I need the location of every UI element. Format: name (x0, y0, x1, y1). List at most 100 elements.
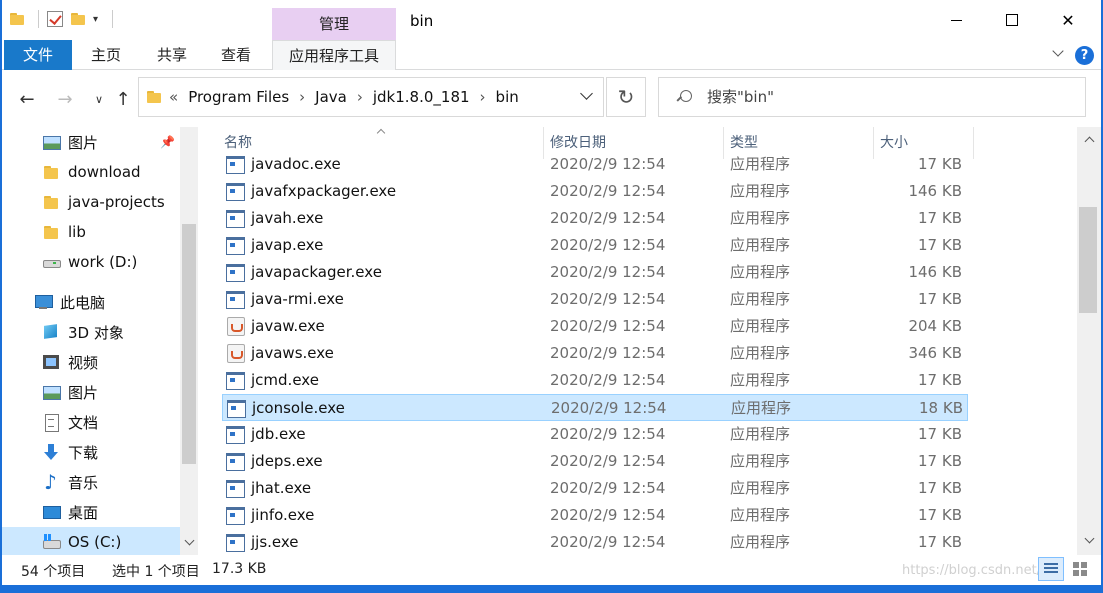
forward-arrow-icon[interactable]: → (54, 89, 76, 111)
sidebar-item-label: 视频 (68, 353, 99, 372)
table-row[interactable]: jdeps.exe 2020/2/9 12:54 应用程序 17 KB (222, 448, 968, 475)
scroll-down-icon[interactable] (184, 537, 194, 547)
minimize-icon (950, 19, 962, 21)
breadcrumb-java[interactable]: Java (315, 78, 347, 116)
breadcrumb-separator[interactable]: › (357, 78, 363, 116)
breadcrumb-separator[interactable]: › (480, 78, 486, 116)
sidebar-item-videos[interactable]: 视频 (42, 347, 180, 377)
nav-pane-scrollbar[interactable] (180, 127, 198, 555)
exe-icon (226, 264, 245, 282)
3d-objects-icon (42, 324, 60, 340)
up-arrow-icon[interactable]: ↑ (112, 89, 134, 111)
tab-share[interactable]: 共享 (142, 40, 202, 70)
sidebar-item-music[interactable]: 音乐 (42, 467, 180, 497)
file-date: 2020/2/9 12:54 (550, 209, 666, 227)
sidebar-item-os-drive[interactable]: OS (C:) (2, 527, 180, 555)
address-bar[interactable]: « Program Files › Java › jdk1.8.0_181 › … (138, 77, 604, 117)
scroll-up-icon[interactable] (1084, 135, 1094, 145)
table-row[interactable]: javaw.exe 2020/2/9 12:54 应用程序 204 KB (222, 313, 968, 340)
qat-dropdown-icon[interactable]: ▾ (93, 14, 98, 25)
file-size: 17 KB (918, 290, 962, 308)
folder-icon[interactable] (10, 13, 24, 25)
table-row[interactable]: javah.exe 2020/2/9 12:54 应用程序 17 KB (222, 205, 968, 232)
manage-contextual-tab[interactable]: 管理 (272, 8, 396, 40)
table-row[interactable]: javaws.exe 2020/2/9 12:54 应用程序 346 KB (222, 340, 968, 367)
sidebar-item-pictures[interactable]: 图片 (42, 377, 180, 407)
sidebar-item-3d-objects[interactable]: 3D 对象 (42, 317, 180, 347)
sidebar-item-documents[interactable]: 文档 (42, 407, 180, 437)
table-row-selected[interactable]: jconsole.exe 2020/2/9 12:54 应用程序 18 KB (222, 394, 968, 421)
exe-icon (226, 156, 245, 174)
pin-icon[interactable]: 📌 (160, 135, 175, 149)
tab-application-tools[interactable]: 应用程序工具 (272, 40, 396, 70)
table-row[interactable]: jhat.exe 2020/2/9 12:54 应用程序 17 KB (222, 475, 968, 502)
file-size: 17 KB (918, 236, 962, 254)
refresh-button[interactable]: ↻ (606, 77, 646, 117)
sidebar-item-lib[interactable]: lib (42, 217, 180, 247)
file-size: 146 KB (908, 182, 962, 200)
file-size: 18 KB (919, 399, 963, 417)
tab-file[interactable]: 文件 (4, 40, 72, 70)
breadcrumb-jdk[interactable]: jdk1.8.0_181 (373, 78, 470, 116)
search-input[interactable] (707, 78, 1077, 116)
recent-locations-chevron-icon[interactable]: ∨ (88, 89, 110, 111)
nav-pane-scroll-thumb[interactable] (182, 224, 196, 464)
sidebar-item-downloads[interactable]: 下载 (42, 437, 180, 467)
details-view-icon[interactable] (1038, 557, 1064, 581)
table-row[interactable]: jinfo.exe 2020/2/9 12:54 应用程序 17 KB (222, 502, 968, 529)
ribbon-tabs: 文件 主页 共享 查看 应用程序工具 ? (2, 40, 1101, 70)
maximize-button[interactable] (984, 0, 1040, 40)
breadcrumb-separator[interactable]: › (299, 78, 305, 116)
search-box[interactable] (658, 77, 1086, 117)
table-row[interactable]: javadoc.exe 2020/2/9 12:54 应用程序 17 KB (222, 151, 968, 178)
sidebar-item-label: 下载 (68, 443, 99, 462)
file-date: 2020/2/9 12:54 (550, 155, 666, 173)
sidebar-item-java-projects[interactable]: java-projects (42, 187, 180, 217)
file-type: 应用程序 (730, 425, 791, 443)
file-size: 17 KB (918, 506, 962, 524)
table-row[interactable]: javafxpackager.exe 2020/2/9 12:54 应用程序 1… (222, 178, 968, 205)
tab-view[interactable]: 查看 (206, 40, 266, 70)
file-name: javaw.exe (251, 317, 325, 335)
address-dropdown-icon[interactable] (579, 88, 595, 104)
properties-icon[interactable] (47, 11, 63, 27)
file-name: jdeps.exe (251, 452, 323, 470)
table-row[interactable]: java-rmi.exe 2020/2/9 12:54 应用程序 17 KB (222, 286, 968, 313)
file-date: 2020/2/9 12:54 (550, 506, 666, 524)
table-row[interactable]: jdb.exe 2020/2/9 12:54 应用程序 17 KB (222, 421, 968, 448)
file-type: 应用程序 (730, 236, 791, 254)
sidebar-item-work-drive[interactable]: work (D:) (42, 247, 180, 277)
scroll-down-icon[interactable] (1084, 535, 1094, 545)
back-arrow-icon[interactable]: ← (16, 89, 38, 111)
large-icons-view-icon[interactable] (1068, 557, 1094, 581)
new-folder-icon[interactable] (71, 13, 85, 25)
file-name: jdb.exe (251, 425, 306, 443)
breadcrumb-bin[interactable]: bin (496, 78, 519, 116)
sidebar-item-download[interactable]: download (42, 157, 180, 187)
folder-icon (147, 91, 161, 103)
file-list-scroll-thumb[interactable] (1079, 207, 1097, 313)
table-row[interactable]: javap.exe 2020/2/9 12:54 应用程序 17 KB (222, 232, 968, 259)
sidebar-item-this-pc[interactable]: 此电脑 (34, 287, 180, 317)
expand-ribbon-icon[interactable] (1052, 47, 1066, 61)
minimize-button[interactable] (928, 0, 984, 40)
breadcrumb-program-files[interactable]: Program Files (188, 78, 289, 116)
exe-icon (227, 400, 246, 418)
sidebar-item-label: 图片 (68, 383, 99, 402)
table-row[interactable]: jjs.exe 2020/2/9 12:54 应用程序 17 KB (222, 529, 968, 555)
quick-access-toolbar: ▾ (10, 10, 114, 28)
breadcrumb-overflow[interactable]: « (169, 78, 178, 116)
file-list-scrollbar[interactable] (1077, 127, 1101, 555)
table-row[interactable]: jcmd.exe 2020/2/9 12:54 应用程序 17 KB (222, 367, 968, 394)
table-row[interactable]: javapackager.exe 2020/2/9 12:54 应用程序 146… (222, 259, 968, 286)
sidebar-item-label: 3D 对象 (68, 323, 124, 342)
sidebar-item-desktop[interactable]: 桌面 (42, 497, 180, 527)
tab-home[interactable]: 主页 (76, 40, 136, 70)
java-icon (226, 317, 245, 336)
help-icon[interactable]: ? (1075, 46, 1094, 65)
file-name: javap.exe (251, 236, 324, 254)
file-date: 2020/2/9 12:54 (550, 479, 666, 497)
sidebar-item-label: 音乐 (68, 473, 99, 492)
close-button[interactable]: ✕ (1040, 0, 1096, 40)
file-date: 2020/2/9 12:54 (550, 182, 666, 200)
